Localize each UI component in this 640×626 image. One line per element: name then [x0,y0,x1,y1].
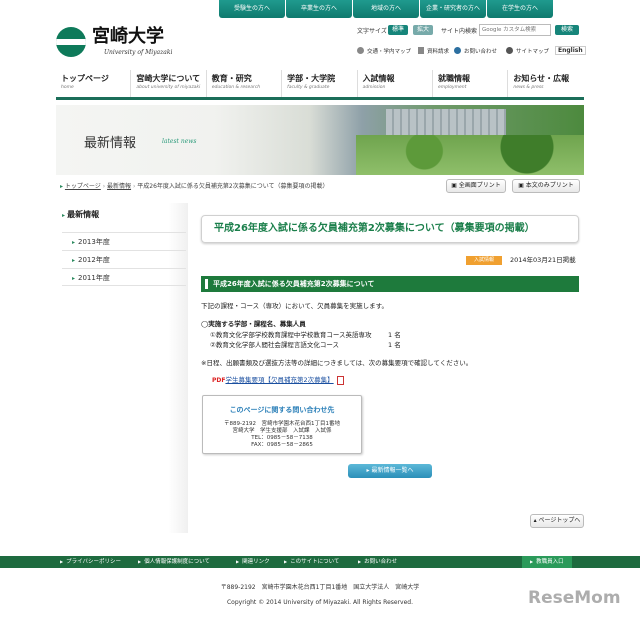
list-item: ②教育文化学部人間社会課程言語文化コース [210,341,340,349]
logo-title[interactable]: 宮崎大学 [92,27,164,47]
print-icon: ▣ [518,182,526,189]
footer-link-about-site[interactable]: このサイトについて [284,556,339,568]
font-size-label: 文字サイズ [357,28,387,35]
footer-link-personal-info[interactable]: 個人情報保護制度について [138,556,210,568]
staff-entrance-link[interactable]: 教職員入口 [522,556,572,568]
pdf-link[interactable]: PDF学生募集要項【欠員補充第2次募集】 [212,375,344,385]
nav-item-about[interactable]: 宮崎大学について about university of miyazaki [131,70,207,97]
print-content-button[interactable]: ▣ 本文のみプリント [512,179,580,193]
list-item-count: 1 名 [388,341,401,349]
post-date: 2014年03月21日掲載 [510,256,576,264]
utility-link-english[interactable]: English [555,46,586,55]
hero-banner: 最新情報 latest news [56,105,584,175]
font-large-button[interactable]: 拡大 [413,25,434,35]
list-item-count: 1 名 [388,331,401,339]
contact-address: 〒889-2192 宮崎市学園木花台西1丁目1番地 [224,421,340,427]
search-button[interactable]: 検索 [555,25,579,35]
page-top-button[interactable]: ▴ ページトップへ [530,514,584,528]
footer-link-contact[interactable]: お問い合わせ [358,556,397,568]
contact-icon [454,47,461,54]
contact-box: このページに関する問い合わせ先 〒889-2192 宮崎市学園木花台西1丁目1番… [202,395,362,454]
pdf-file-icon [336,375,344,385]
sidebar-item-2011[interactable]: 2011年度 [62,268,186,286]
audience-link-community[interactable]: 地域の方へ [353,0,419,18]
page-title: 平成26年度入試に係る欠員補充第2次募集について（募集要項の掲載） [201,215,579,243]
audience-link-applicants[interactable]: 受験生の方へ [219,0,285,18]
contact-dept: 宮崎大学 学生支援部 入試課 入試係 [232,428,332,434]
utility-links: 交通・学内マップ 資料請求 お問い合わせ サイトマップ English [357,44,586,58]
article-note: ※日程、出願書類及び選抜方法等の詳細につきましては、次の募集要項で確認してくださ… [201,359,473,367]
list-item: ①教育文化学部学校教育課程中学校教育コース英語専攻 [210,331,372,339]
breadcrumb: ▸ トップページ › 最新情報 › 平成26年度入試に係る欠員補充第2次募集につ… [60,182,440,192]
section-heading: 平成26年度入試に係る欠員補充第2次募集について [201,276,579,292]
audience-link-alumni[interactable]: 卒業生の方へ [286,0,352,18]
hero-trees-photo [356,135,584,175]
nav-item-faculty[interactable]: 学部・大学院 faculty & graduate [282,70,358,97]
sidebar-item-2012[interactable]: 2012年度 [62,250,186,268]
sidebar-heading: ▸ 最新情報 [62,210,100,219]
font-standard-button[interactable]: 標準 [388,25,409,35]
university-logo-icon[interactable] [56,27,86,57]
contact-fax: FAX：0985－58－2865 [251,442,313,448]
hero-subtitle: latest news [162,138,197,145]
utility-link-sitemap[interactable]: サイトマップ [516,47,549,55]
news-list-button[interactable]: ▸ 最新情報一覧へ [348,464,432,478]
audience-tabs: 受験生の方へ 卒業生の方へ 地域の方へ 企業・研究者の方へ 在学生の方へ [218,0,586,18]
pdf-marker-icon: PDF [212,377,226,384]
resemom-watermark-logo: ReseMom [528,588,621,608]
nav-item-employment[interactable]: 就職情報 employment [433,70,509,97]
utility-link-map[interactable]: 交通・学内マップ [367,47,411,55]
brochure-icon [418,47,424,54]
utility-link-brochure[interactable]: 資料請求 [427,47,449,55]
article-intro: 下記の課程・コース（専攻）において、欠員募集を実施します。 [201,302,389,310]
footer-link-privacy[interactable]: プライバシーポリシー [60,556,121,568]
breadcrumb-home[interactable]: トップページ [65,183,101,190]
map-icon [357,47,364,54]
sitemap-icon [506,47,513,54]
search-label: サイト内検索 [441,28,478,35]
global-nav: トップページ home 宮崎大学について about university of m… [56,70,584,100]
print-full-button[interactable]: ▣ 全画面プリント [446,179,506,193]
nav-item-news[interactable]: お知らせ・広報 news & press [508,70,583,97]
breadcrumb-current: 平成26年度入試に係る欠員補充第2次募集について（募集要項の掲載） [137,183,329,190]
logo-subtitle: University of Miyazaki [104,49,173,56]
utility-link-contact[interactable]: お問い合わせ [464,47,497,55]
breadcrumb-section[interactable]: 最新情報 [107,183,131,190]
hero-title: 最新情報 [84,136,137,151]
category-badge: 入試情報 [466,256,502,265]
print-icon: ▣ [451,182,459,189]
contact-tel: TEL：0985－58－7138 [251,435,313,441]
contact-title: このページに関する問い合わせ先 [229,406,335,414]
audience-link-students[interactable]: 在学生の方へ [487,0,553,18]
header-tools: 文字サイズ 標準 拡大 サイト内検索 検索 [357,24,585,38]
nav-item-home[interactable]: トップページ home [56,70,132,97]
footer-nav: プライバシーポリシー 個人情報保護制度について 関連リンク このサイトについて … [0,556,640,568]
list-heading: ◯実施する学部・課程名、募集人員 [201,320,306,328]
nav-item-education[interactable]: 教育・研究 education & research [207,70,283,97]
footer-link-related[interactable]: 関連リンク [236,556,270,568]
audience-link-companies[interactable]: 企業・研究者の方へ [420,0,486,18]
nav-item-admission[interactable]: 入試情報 admission [358,70,433,97]
sidebar-item-2013[interactable]: 2013年度 [62,232,186,250]
search-input[interactable] [479,24,551,36]
